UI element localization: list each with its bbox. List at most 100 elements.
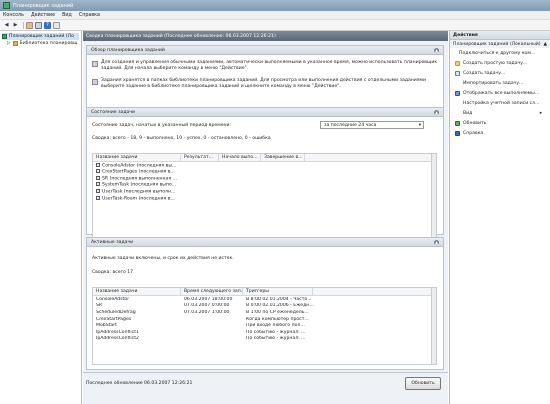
help-icon[interactable]: ? — [44, 21, 51, 29]
submenu-arrow-icon: ▸ — [539, 110, 542, 116]
table-row[interactable]: ConsoleAdstor 06.03.2007 18:00:00 В 8:00 0… — [93, 296, 436, 303]
refresh-icon — [455, 120, 460, 126]
panel-title: Состояние задачи — [91, 109, 136, 115]
toolbar: ◀ ▶ ? — [0, 20, 550, 31]
action-display-running[interactable]: Отображать все выполняемы... — [450, 88, 550, 98]
table-row[interactable]: ConsoleAdstor (последняя вы... — [93, 162, 436, 169]
menu-view[interactable]: Вид — [62, 13, 72, 18]
action-connect[interactable]: Подключиться к другому ком... — [450, 48, 550, 58]
period-select[interactable]: за последние 24 часа ▾ — [320, 121, 424, 129]
refresh-button[interactable]: Обновить — [405, 377, 441, 390]
active-tasks-panel: Активные задачи ▲ Активные задачи включе… — [86, 237, 444, 370]
menu-help[interactable]: Справка — [79, 13, 100, 18]
column-header[interactable]: Время следующего зап... — [181, 287, 243, 296]
collapse-icon[interactable]: ▲ — [434, 47, 439, 53]
help-icon — [455, 130, 460, 136]
column-header[interactable]: Название задачи — [93, 153, 181, 162]
menu-action[interactable]: Действие — [31, 13, 55, 18]
expand-box-icon[interactable] — [96, 169, 100, 174]
info-doc-icon — [92, 61, 98, 67]
expand-arrow-icon[interactable]: ▷ — [7, 41, 11, 46]
panel-title: Обзор планировщика заданий — [91, 47, 165, 53]
action-import-task[interactable]: Импортировать задачу... — [450, 78, 550, 88]
toolbar-separator — [23, 21, 24, 29]
active-tasks-panel-header[interactable]: Активные задачи ▲ — [87, 238, 443, 247]
task-status-panel-header[interactable]: Состояние задачи ▲ — [87, 108, 443, 117]
menu-bar: Консоль Действие Вид Справка — [0, 11, 550, 20]
tree-item-label: Библиотека планировщ — [19, 41, 78, 46]
table-row[interactable]: SR 07.03.2007 0:00:00 В 0:00 02.01.2006 - … — [93, 303, 436, 310]
overview-paragraph: Для создания и управления обычными задан… — [92, 60, 438, 72]
list-view-icon[interactable] — [35, 21, 42, 29]
period-label: Состояние задач, начатых в указанный пер… — [92, 122, 232, 128]
navigation-tree: Планировщик заданий (Ло ▷ Библиотека пла… — [0, 31, 82, 404]
table-row[interactable]: UserTask-Roam (последняя в... — [93, 195, 436, 202]
table-header: Название задачи Результат... Начало выпо… — [93, 153, 436, 162]
table-row[interactable]: IpAddressConflict2 По событию - журнал: .… — [93, 336, 436, 343]
tree-item-scheduler[interactable]: Планировщик заданий (Ло — [2, 33, 79, 40]
actions-pane: Действия Планировщик заданий (Локальный)… — [449, 31, 550, 404]
column-header[interactable]: Завершение в... — [261, 153, 305, 162]
wizard-icon — [455, 60, 460, 66]
panel-title: Активные задачи — [91, 239, 134, 245]
forward-icon[interactable]: ▶ — [12, 22, 19, 29]
properties-icon[interactable] — [53, 21, 60, 29]
scheduler-icon — [2, 34, 7, 39]
info-doc-icon — [92, 79, 98, 85]
expand-box-icon[interactable] — [96, 175, 100, 180]
table-row[interactable]: CrexStartPages Когда компьютер прост... — [93, 316, 436, 323]
scheduler-app-icon — [3, 2, 10, 9]
table-row[interactable]: UserTask (последняя выполн... — [93, 188, 436, 195]
column-header[interactable]: Результат... — [181, 153, 219, 162]
column-header[interactable]: Триггеры — [243, 287, 313, 296]
action-view[interactable]: Вид ▸ — [450, 108, 550, 118]
table-row[interactable]: MobStart При входе любого пол... — [93, 322, 436, 329]
collapse-icon[interactable]: ▲ — [434, 109, 439, 115]
expand-box-icon[interactable] — [96, 188, 100, 193]
last-update-text: Последнее обновление 06.03.2007 12:26:21 — [86, 381, 193, 386]
action-refresh[interactable]: Обновить — [450, 118, 550, 128]
active-tasks-table: Название задачи Время следующего зап... … — [92, 287, 437, 365]
active-summary: Сводка: всего 17 — [92, 270, 134, 275]
action-create-basic-task[interactable]: Создать простую задачу... — [450, 58, 550, 68]
table-row[interactable]: CrexStartPages (последняя в... — [93, 169, 436, 176]
vertical-scrollbar[interactable] — [431, 288, 436, 364]
main-header: Сводка планировщика заданий (Последнее о… — [83, 31, 448, 41]
collapse-arrow-icon[interactable]: ▲ — [543, 42, 547, 47]
table-row[interactable]: SystemTask (последняя выпо... — [93, 182, 436, 189]
actions-section-header[interactable]: Планировщик заданий (Локальный) ▲ — [450, 40, 550, 48]
dropdown-arrow-icon[interactable]: ▾ — [419, 123, 421, 128]
folder-icon — [12, 41, 18, 46]
status-summary: Сводка: всего - 18, 9 - выполнено, 10 - … — [92, 135, 271, 141]
new-task-icon — [455, 70, 460, 76]
running-tasks-icon — [455, 90, 460, 96]
back-icon[interactable]: ◀ — [3, 22, 10, 29]
vertical-scrollbar[interactable] — [431, 154, 436, 237]
actions-title: Действия — [450, 31, 550, 40]
expand-box-icon[interactable] — [96, 195, 100, 200]
active-description: Активные задачи включены, и срок их дейс… — [92, 256, 234, 261]
window-title: Планировщик заданий — [13, 2, 74, 9]
overview-paragraph: Задания хранятся в папках библиотеки пла… — [92, 78, 438, 90]
summary-footer: Последнее обновление 06.03.2007 12:26:21… — [83, 372, 448, 404]
expand-box-icon[interactable] — [96, 162, 100, 167]
tree-item-library[interactable]: ▷ Библиотека планировщ — [2, 40, 79, 47]
column-header[interactable]: Название задачи — [93, 287, 181, 296]
overview-panel-header[interactable]: Обзор планировщика заданий ▲ — [87, 46, 443, 55]
title-bar: Планировщик заданий — [0, 0, 550, 11]
column-header[interactable]: Начало выпо... — [219, 153, 261, 162]
main-pane: Сводка планировщика заданий (Последнее о… — [83, 31, 448, 404]
action-help[interactable]: Справка — [450, 128, 550, 138]
table-row[interactable]: ScheduledDefrag 07.03.2007 1:00:00 В 1:00 … — [93, 309, 436, 316]
folder-icon[interactable] — [26, 21, 33, 29]
collapse-icon[interactable]: ▲ — [434, 239, 439, 245]
tree-item-label: Планировщик заданий (Ло — [9, 34, 74, 39]
action-service-account[interactable]: Настройка учетной записи сл... — [450, 98, 550, 108]
menu-console[interactable]: Консоль — [3, 13, 24, 18]
task-status-panel: Состояние задачи ▲ Состояние задач, нача… — [86, 107, 444, 238]
table-row[interactable]: IpAddressConflict1 По событию - журнал: .… — [93, 329, 436, 336]
table-header: Название задачи Время следующего зап... … — [93, 287, 436, 296]
table-row[interactable]: SR (последняя выполненная ... — [93, 175, 436, 182]
action-create-task[interactable]: Создать задачу... — [450, 68, 550, 78]
expand-box-icon[interactable] — [96, 182, 100, 187]
